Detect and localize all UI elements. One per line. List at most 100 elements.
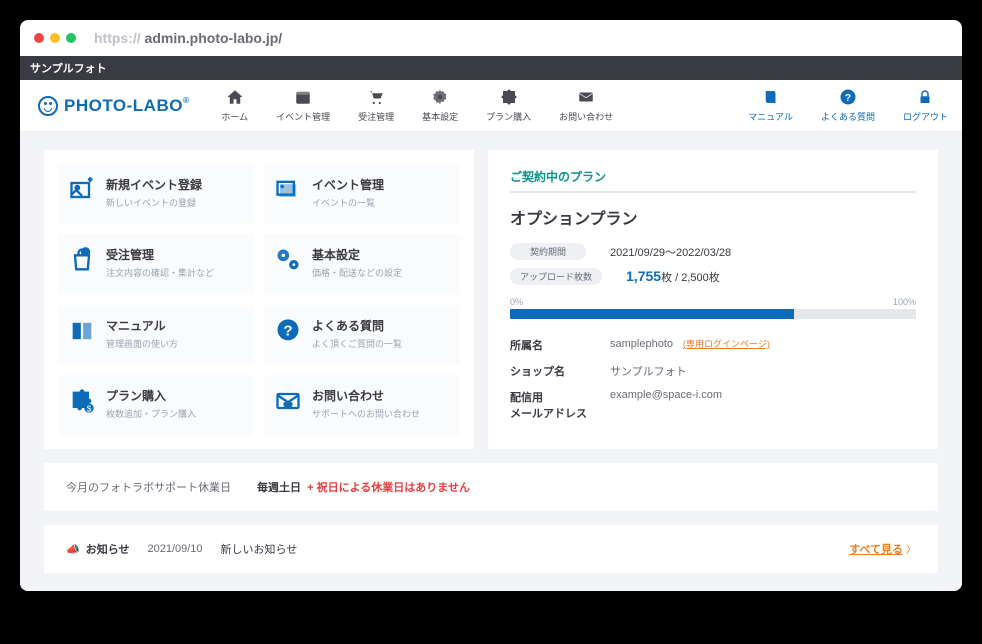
- puzzle-dollar-icon: $: [68, 387, 96, 415]
- calendar-icon: [294, 88, 312, 106]
- progress-max: 100%: [893, 297, 916, 307]
- email-value: example@space-i.com: [610, 389, 722, 421]
- logo-text: PHOTO-LABO: [64, 96, 183, 115]
- shop-label: ショップ名: [510, 363, 610, 379]
- progress-min: 0%: [510, 297, 523, 307]
- shop-value: サンプルフォト: [610, 363, 687, 379]
- main-nav: ホーム イベント管理 受注管理 基本設定 プラン購入 お問い合わせ: [207, 80, 734, 131]
- url-bar: https:// admin.photo-labo.jp/: [94, 30, 282, 46]
- upload-badge: アップロード枚数: [510, 268, 602, 285]
- upload-used: 1,755: [626, 268, 661, 284]
- card-faq[interactable]: ? よくある質問よく頂くご質問の一覧: [264, 305, 460, 365]
- plan-header: ご契約中のプラン: [510, 168, 916, 193]
- question-icon: ?: [839, 88, 857, 106]
- browser-chrome: https:// admin.photo-labo.jp/: [20, 20, 962, 56]
- card-subtitle: 価格・配送などの設定: [312, 266, 402, 279]
- card-subtitle: よく頂くご質問の一覧: [312, 337, 402, 350]
- card-title: プラン購入: [106, 387, 196, 404]
- nav-label: マニュアル: [748, 110, 793, 123]
- news-all-link[interactable]: すべて見る〉: [849, 541, 916, 557]
- support-note: 祝日による休業日はありません: [317, 482, 470, 494]
- images-icon: [274, 176, 302, 204]
- news-date: 2021/09/10: [147, 543, 202, 555]
- period-badge: 契約期間: [510, 243, 586, 260]
- shop-top-bar: サンプルフォト: [20, 56, 962, 80]
- card-subtitle: 注文内容の確認・集計など: [106, 266, 214, 279]
- email-label: 配信用 メールアドレス: [510, 389, 610, 421]
- card-subtitle: 管理画面の使い方: [106, 337, 178, 350]
- card-title: マニュアル: [106, 317, 178, 334]
- card-subtitle: イベントの一覧: [312, 196, 384, 209]
- url-path: admin.photo-labo.jp/: [145, 30, 283, 46]
- nav-manual[interactable]: マニュアル: [734, 80, 807, 131]
- nav-logout[interactable]: ログアウト: [889, 80, 962, 131]
- affiliation-label: 所属名: [510, 337, 610, 353]
- chevron-right-icon: 〉: [906, 545, 916, 556]
- mail-icon: [577, 88, 595, 106]
- home-icon: [226, 88, 244, 106]
- upload-progress: 0% 100%: [510, 297, 916, 319]
- nav-plan[interactable]: プラン購入: [472, 80, 545, 131]
- dashboard-cards: 新規イベント登録新しいイベントの登録 イベント管理イベントの一覧 受注管理注文内…: [44, 150, 474, 449]
- plan-name: オプションプラン: [510, 205, 916, 229]
- svg-text:?: ?: [283, 322, 292, 339]
- cart-icon: [367, 88, 385, 106]
- card-manual[interactable]: マニュアル管理画面の使い方: [58, 305, 254, 365]
- card-orders[interactable]: 受注管理注文内容の確認・集計など: [58, 234, 254, 294]
- book-icon: [762, 88, 780, 106]
- lock-icon: [916, 88, 934, 106]
- card-subtitle: 枚数追加・プラン購入: [106, 407, 196, 420]
- card-settings[interactable]: 基本設定価格・配送などの設定: [264, 234, 460, 294]
- affiliation-value: samplephoto: [610, 338, 673, 350]
- news-banner: 📣 お知らせ 2021/09/10 新しいお知らせ すべて見る〉: [44, 525, 938, 573]
- maximize-dot[interactable]: [66, 33, 76, 43]
- main-header: PHOTO-LABO® ホーム イベント管理 受注管理 基本設定 プラン購入: [20, 80, 962, 132]
- nav-label: イベント管理: [276, 110, 330, 123]
- close-dot[interactable]: [34, 33, 44, 43]
- support-banner: 今月のフォトラボサポート休業日 毎週土日 + 祝日による休業日はありません: [44, 463, 938, 511]
- card-new-event[interactable]: 新規イベント登録新しいイベントの登録: [58, 164, 254, 224]
- card-title: お問い合わせ: [312, 387, 420, 404]
- mail-heart-icon: [274, 387, 302, 415]
- gear-icon: [431, 88, 449, 106]
- news-text: 新しいお知らせ: [221, 541, 832, 557]
- logo-face-icon: [38, 96, 58, 116]
- image-plus-icon: [68, 176, 96, 204]
- card-title: イベント管理: [312, 176, 384, 193]
- nav-orders[interactable]: 受注管理: [344, 80, 408, 131]
- progress-fill: [510, 309, 794, 319]
- nav-label: 受注管理: [358, 110, 394, 123]
- card-plan-purchase[interactable]: $ プラン購入枚数追加・プラン購入: [58, 375, 254, 435]
- minimize-dot[interactable]: [50, 33, 60, 43]
- nav-right: マニュアル ? よくある質問 ログアウト: [734, 80, 962, 131]
- nav-label: 基本設定: [422, 110, 458, 123]
- card-event-manage[interactable]: イベント管理イベントの一覧: [264, 164, 460, 224]
- nav-contact[interactable]: お問い合わせ: [545, 80, 627, 131]
- book-open-icon: [68, 317, 96, 345]
- gears-icon: [274, 246, 302, 274]
- card-subtitle: サポートへのお問い合わせ: [312, 407, 420, 420]
- question-bubble-icon: ?: [274, 317, 302, 345]
- shopping-bag-icon: [68, 246, 96, 274]
- nav-label: ホーム: [221, 110, 248, 123]
- logo[interactable]: PHOTO-LABO®: [20, 86, 207, 126]
- nav-events[interactable]: イベント管理: [262, 80, 344, 131]
- main-content: 新規イベント登録新しいイベントの登録 イベント管理イベントの一覧 受注管理注文内…: [20, 132, 962, 591]
- nav-settings[interactable]: 基本設定: [408, 80, 472, 131]
- period-value: 2021/09/29～2022/03/28: [610, 244, 731, 260]
- nav-label: よくある質問: [821, 110, 875, 123]
- news-title: お知らせ: [86, 541, 130, 557]
- card-title: 基本設定: [312, 246, 402, 263]
- upload-sep: 枚 /: [661, 272, 681, 284]
- nav-label: ログアウト: [903, 110, 948, 123]
- login-page-link[interactable]: (専用ログインページ): [683, 339, 770, 349]
- card-contact[interactable]: お問い合わせサポートへのお問い合わせ: [264, 375, 460, 435]
- nav-faq[interactable]: ? よくある質問: [807, 80, 889, 131]
- plan-panel: ご契約中のプラン オプションプラン 契約期間 2021/09/29～2022/0…: [488, 150, 938, 449]
- support-day: 毎週土日: [257, 482, 301, 494]
- card-subtitle: 新しいイベントの登録: [106, 196, 202, 209]
- puzzle-icon: [500, 88, 518, 106]
- nav-home[interactable]: ホーム: [207, 80, 262, 131]
- megaphone-icon: 📣: [66, 543, 80, 556]
- progress-track: [510, 309, 916, 319]
